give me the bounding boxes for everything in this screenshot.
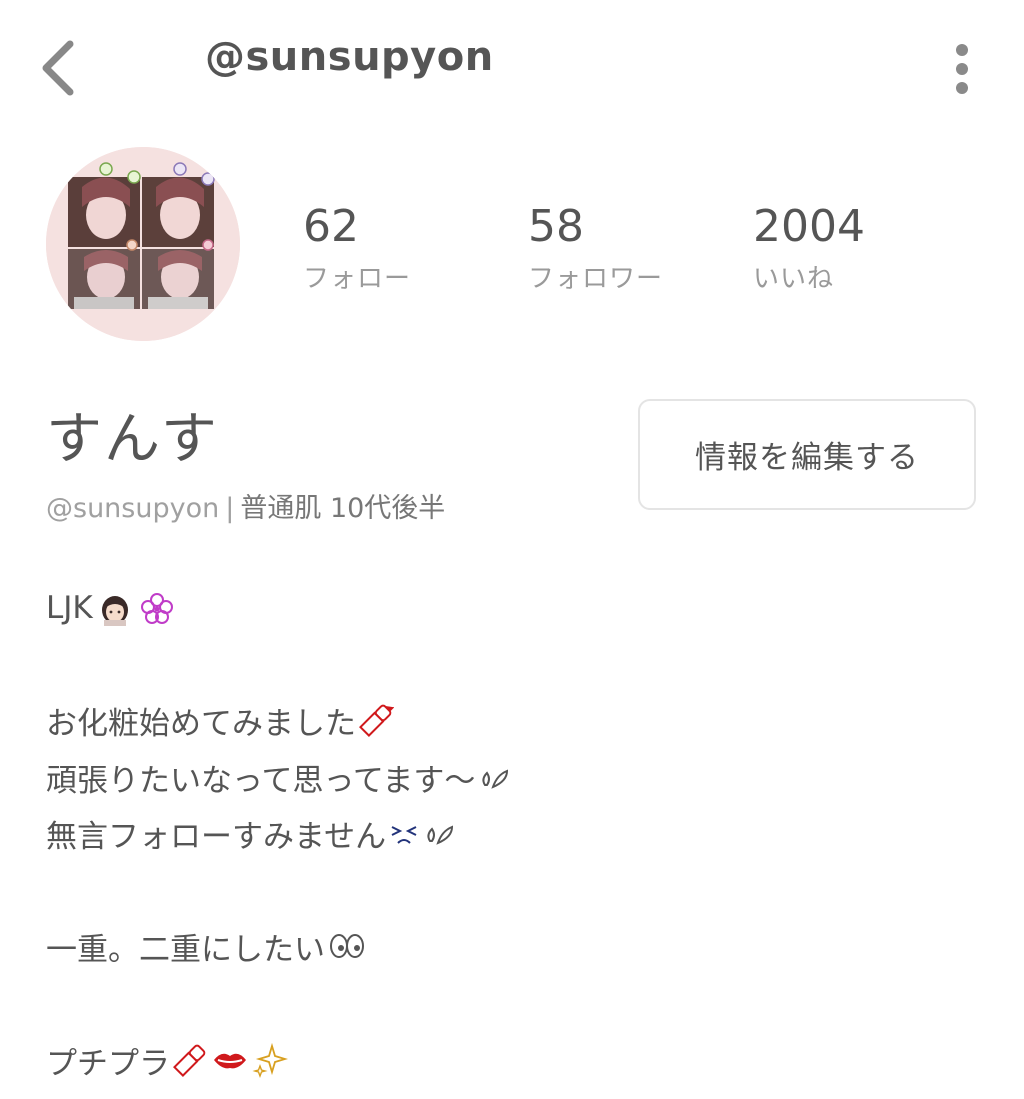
sad-face-icon [391, 826, 417, 844]
back-button[interactable] [28, 32, 88, 104]
avatar[interactable] [46, 147, 240, 341]
edit-profile-button[interactable]: 情報を編集する [638, 399, 976, 510]
profile-meta: @sunsupyon | 普通肌 10代後半 [46, 486, 445, 525]
bio-line-1: LJK [46, 588, 177, 628]
bio-line-4: 無言フォローすみません [46, 813, 458, 855]
following-count: 62 [303, 201, 359, 252]
sakura-flower-icon [140, 593, 173, 624]
bio-line-3: 頑張りたいなって思ってます〜 [46, 757, 513, 799]
display-name: すんす [46, 407, 219, 472]
top-bar: @sunsupyon [0, 0, 1024, 125]
following-label: フォロー [303, 264, 412, 294]
more-vertical-icon [956, 44, 968, 94]
bio-text-5: 一重。二重にしたい [46, 931, 325, 968]
header-username: @sunsupyon [205, 34, 494, 80]
likes-count: 2004 [753, 201, 865, 252]
profile-screen: @sunsupyon 62 フォロー 58 フォロワー 2004 いいね すんす… [0, 0, 1024, 1099]
skin-type: 普通肌 [240, 493, 322, 524]
more-options-button[interactable] [935, 38, 989, 100]
bio-line-2: お化粧始めてみました [46, 700, 394, 742]
followers-label: フォロワー [528, 264, 664, 294]
chevron-left-icon [42, 40, 74, 96]
stat-followers[interactable]: 58 フォロワー [528, 200, 663, 295]
bio-text-3: 頑張りたいなって思ってます〜 [46, 762, 476, 799]
profile-handle: @sunsupyon [46, 493, 220, 524]
sparkles-icon [252, 1042, 288, 1078]
lipstick-icon [359, 704, 394, 737]
age-group: 10代後半 [329, 493, 446, 524]
stat-following[interactable]: 62 フォロー [303, 200, 411, 295]
sweat-drops-icon [482, 769, 509, 789]
bio-text-4: 無言フォローすみません [46, 818, 387, 855]
bio-line-5: 一重。二重にしたい [46, 926, 367, 968]
stat-likes[interactable]: 2004 いいね [753, 200, 865, 295]
girl-emoji-icon [101, 596, 128, 626]
avatar-photo [46, 147, 240, 341]
meta-separator: | [225, 493, 235, 524]
bio-line-6: プチプラ [46, 1040, 288, 1082]
lips-icon [214, 1053, 246, 1069]
followers-count: 58 [528, 201, 584, 252]
lipstick-icon [173, 1044, 206, 1077]
bio-text-1: LJK [46, 590, 93, 626]
sweat-drops-icon [427, 825, 454, 845]
eyes-icon [330, 934, 364, 958]
bio-text-6: プチプラ [46, 1045, 170, 1082]
likes-label: いいね [753, 264, 835, 294]
bio-text-2: お化粧始めてみました [46, 705, 356, 742]
